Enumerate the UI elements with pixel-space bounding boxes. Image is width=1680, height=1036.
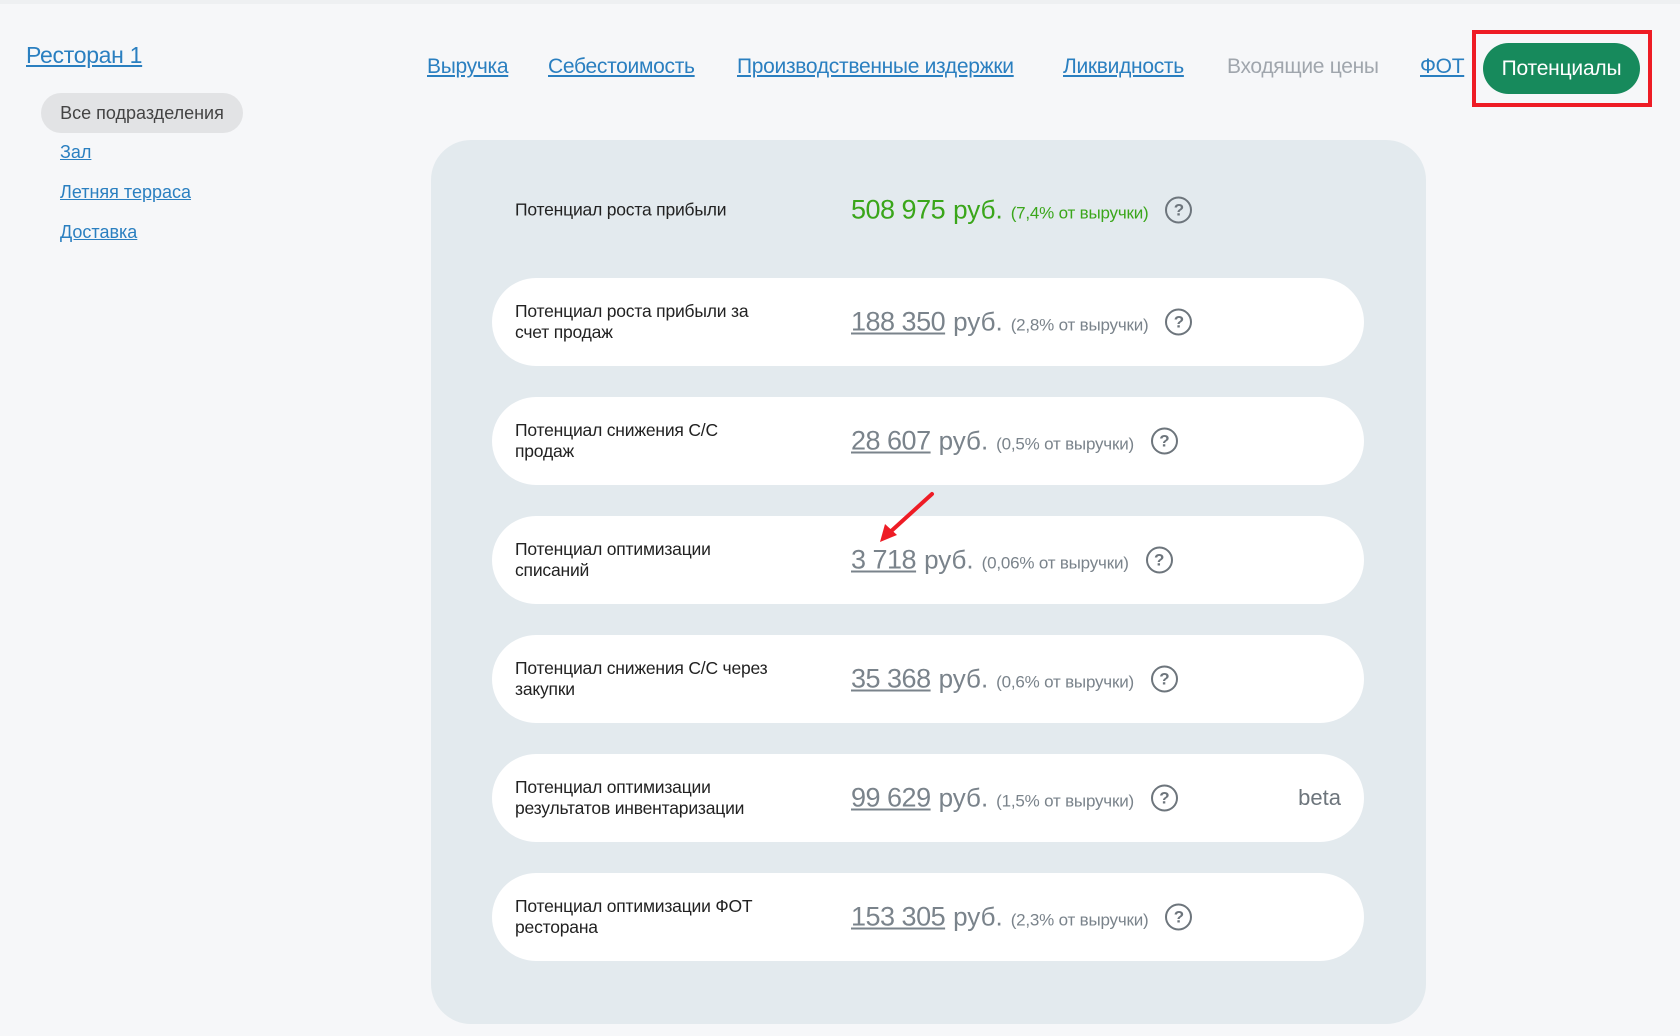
nav-incoming-prices: Входящие цены <box>1227 55 1379 78</box>
currency: руб. <box>938 782 989 813</box>
row-label: Потенциал роста прибыли <box>515 199 727 220</box>
question-circle-icon[interactable]: ? <box>1165 196 1193 224</box>
nav-revenue[interactable]: Выручка <box>427 55 509 79</box>
percent-of-revenue: (2,8% от выручки) <box>1010 315 1149 335</box>
percent-of-revenue: (0,6% от выручки) <box>996 672 1134 692</box>
nav-cost[interactable]: Себестоимость <box>548 55 695 79</box>
potential-row-inventory: Потенциал оптимизации результатов инвент… <box>492 754 1364 842</box>
question-circle-icon[interactable]: ? <box>1165 308 1193 336</box>
question-circle-icon[interactable]: ? <box>1150 784 1178 812</box>
currency: руб. <box>938 425 989 456</box>
potential-row-payroll: Потенциал оптимизации ФОТ ресторана 153 … <box>492 873 1364 961</box>
potentials-panel: Потенциал роста прибыли 508 975 руб. (7,… <box>431 140 1426 1024</box>
row-value: 153 305 руб. (2,3% от выручки) ? <box>851 901 1193 933</box>
potential-row-total: Потенциал роста прибыли 508 975 руб. (7,… <box>492 166 1364 254</box>
dept-all-chip[interactable]: Все подразделения <box>41 93 243 133</box>
row-value: 188 350 руб. (2,8% от выручки) ? <box>851 306 1193 338</box>
potential-row-cost-reduction: Потенциал снижения С/С продаж 28 607 руб… <box>492 397 1364 485</box>
red-arrow-icon <box>880 492 934 542</box>
question-circle-icon[interactable]: ? <box>1150 427 1178 455</box>
row-label: Потенциал снижения С/С через закупки <box>515 658 768 699</box>
amount-link[interactable]: 28 607 <box>851 426 931 457</box>
potential-row-purchasing: Потенциал снижения С/С через закупки 35 … <box>492 635 1364 723</box>
amount-link[interactable]: 188 350 <box>851 307 946 338</box>
nav-payroll[interactable]: ФОТ <box>1420 55 1465 79</box>
row-label: Потенциал оптимизации результатов инвент… <box>515 777 745 818</box>
nav-liquidity[interactable]: Ликвидность <box>1063 55 1184 79</box>
percent-of-revenue: (0,06% от выручки) <box>981 553 1129 573</box>
row-label: Потенциал роста прибыли за счет продаж <box>515 301 749 342</box>
currency: руб. <box>953 901 1003 932</box>
question-circle-icon[interactable]: ? <box>1145 546 1173 574</box>
row-value: 508 975 руб. (7,4% от выручки) ? <box>851 194 1193 226</box>
row-value: 35 368 руб. (0,6% от выручки) ? <box>851 664 1178 695</box>
amount-link[interactable]: 153 305 <box>851 902 946 933</box>
row-value: 99 629 руб. (1,5% от выручки) ? <box>851 783 1178 814</box>
row-label: Потенциал оптимизации списаний <box>515 539 711 580</box>
amount-link[interactable]: 3 718 <box>851 545 917 576</box>
row-value: 3 718 руб. (0,06% от выручки) ? <box>851 545 1173 576</box>
question-circle-icon[interactable]: ? <box>1165 903 1193 931</box>
question-circle-icon[interactable]: ? <box>1150 665 1178 693</box>
amount: 508 975 <box>851 194 946 225</box>
amount-link[interactable]: 99 629 <box>851 783 931 814</box>
dept-terrace-link[interactable]: Летняя терраса <box>60 182 191 203</box>
percent-of-revenue: (1,5% от выручки) <box>996 791 1134 811</box>
beta-badge: beta <box>1298 785 1341 810</box>
dept-delivery-link[interactable]: Доставка <box>60 222 137 243</box>
top-divider <box>0 0 1680 4</box>
row-label: Потенциал оптимизации ФОТ ресторана <box>515 896 753 937</box>
currency: руб. <box>924 544 974 575</box>
dept-hall-link[interactable]: Зал <box>60 142 91 163</box>
highlight-box <box>1472 30 1652 107</box>
currency: руб. <box>938 663 989 694</box>
nav-production-costs[interactable]: Производственные издержки <box>737 55 1014 79</box>
percent-of-revenue: (7,4% от выручки) <box>1010 203 1149 223</box>
percent-of-revenue: (2,3% от выручки) <box>1010 910 1149 930</box>
row-value: 28 607 руб. (0,5% от выручки) ? <box>851 426 1178 457</box>
potential-row-sales: Потенциал роста прибыли за счет продаж 1… <box>492 278 1364 366</box>
currency: руб. <box>953 306 1003 337</box>
restaurant-link[interactable]: Ресторан 1 <box>26 42 142 69</box>
row-label: Потенциал снижения С/С продаж <box>515 420 718 461</box>
currency: руб. <box>953 194 1003 225</box>
percent-of-revenue: (0,5% от выручки) <box>996 434 1134 454</box>
amount-link[interactable]: 35 368 <box>851 664 931 695</box>
